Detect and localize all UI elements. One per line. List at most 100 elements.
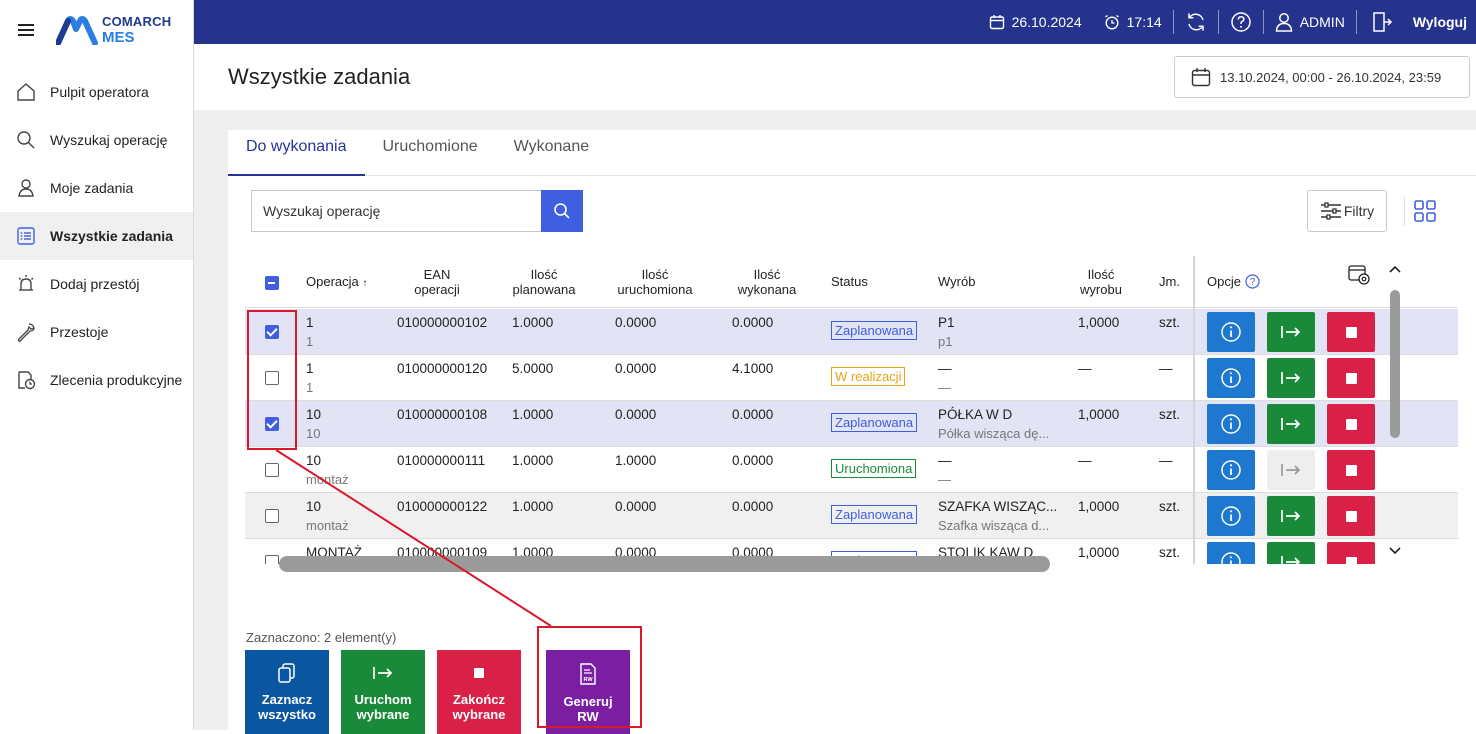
- logo: COMARCH MES: [56, 14, 171, 46]
- logout-button[interactable]: Wyloguj: [1357, 0, 1476, 44]
- info-icon: [1221, 460, 1241, 480]
- header-status: Status: [831, 274, 868, 289]
- user-menu[interactable]: ADMIN: [1264, 0, 1356, 44]
- tab-uruchomione[interactable]: Uruchomione: [365, 130, 496, 176]
- cell-plan: 1.0000: [512, 315, 554, 330]
- run-arrow-icon: [373, 667, 393, 679]
- select-all-label-2: wszystko: [258, 707, 316, 722]
- row-info-button[interactable]: [1207, 450, 1255, 490]
- cell-ilosc: 1,0000: [1078, 315, 1120, 330]
- alarm-icon: [18, 275, 34, 291]
- row-run-button[interactable]: [1267, 404, 1315, 444]
- wrench-icon: [17, 323, 35, 342]
- header-ean: EAN operacji: [397, 267, 477, 297]
- tab-do-wykonania[interactable]: Do wykonania: [228, 130, 365, 176]
- row-run-button[interactable]: [1267, 496, 1315, 536]
- row-info-button[interactable]: [1207, 358, 1255, 398]
- row-run-button[interactable]: [1267, 450, 1315, 490]
- highlight-generate-rw: [537, 626, 642, 728]
- status-badge: Uruchomiona: [831, 459, 917, 478]
- user-icon: [1275, 13, 1292, 32]
- calendar-icon: [1191, 68, 1211, 87]
- select-all-checkbox[interactable]: [265, 276, 279, 290]
- brand-line1: COMARCH: [102, 14, 172, 29]
- header-uru-line2: uruchomiona: [617, 282, 693, 297]
- cell-ean: 010000000108: [397, 407, 488, 422]
- sidebar-item-wyszukaj[interactable]: Wyszukaj operację: [0, 116, 193, 164]
- row-stop-button[interactable]: [1327, 542, 1375, 564]
- info-icon: [1221, 368, 1241, 388]
- date-range-picker[interactable]: 13.10.2024, 00:00 - 26.10.2024, 23:59: [1174, 56, 1470, 98]
- run-arrow-icon: [1281, 418, 1301, 430]
- grid-view-icon: [1414, 200, 1436, 222]
- row-stop-button[interactable]: [1327, 312, 1375, 352]
- run-arrow-icon: [1281, 326, 1301, 338]
- sidebar-item-przestoje[interactable]: Przestoje: [0, 308, 193, 356]
- cell-uru: 0.0000: [615, 499, 657, 514]
- help-button[interactable]: [1219, 0, 1263, 44]
- row-info-button[interactable]: [1207, 312, 1255, 352]
- search-button[interactable]: [541, 190, 583, 232]
- row-run-button[interactable]: [1267, 358, 1315, 398]
- row-run-button[interactable]: [1267, 312, 1315, 352]
- status-badge: Zaplanowana: [831, 321, 918, 340]
- date-range-text: 13.10.2024, 00:00 - 26.10.2024, 23:59: [1220, 69, 1442, 85]
- row-run-button[interactable]: [1267, 542, 1315, 564]
- end-selected-button[interactable]: Zakończ wybrane: [437, 650, 521, 734]
- cell-jm: szt.: [1159, 499, 1181, 514]
- scroll-down-icon[interactable]: [1388, 546, 1402, 556]
- scroll-up-icon[interactable]: [1388, 264, 1402, 274]
- row-stop-button[interactable]: [1327, 496, 1375, 536]
- row-checkbox[interactable]: [265, 509, 279, 523]
- cell-wyrob: PÓŁKA W D: [938, 407, 1013, 422]
- column-settings-icon[interactable]: [1348, 265, 1372, 287]
- sidebar: COMARCH MES Pulpit operatora Wyszukaj op…: [0, 0, 194, 730]
- sidebar-item-label: Moje zadania: [50, 180, 134, 196]
- header-wyrob: Wyrób: [938, 274, 976, 289]
- grid-view-button[interactable]: [1414, 200, 1436, 227]
- sidebar-item-dodaj-przestoj[interactable]: Dodaj przestój: [0, 260, 193, 308]
- sidebar-item-label: Wyszukaj operację: [50, 132, 168, 148]
- tab-wykonane[interactable]: Wykonane: [496, 130, 607, 176]
- hamburger-menu-icon[interactable]: [18, 23, 36, 37]
- row-stop-button[interactable]: [1327, 358, 1375, 398]
- header-ilosc-planowana: Ilość planowana: [504, 267, 584, 297]
- cell-ean: 010000000122: [397, 499, 488, 514]
- sidebar-item-moje-zadania[interactable]: Moje zadania: [0, 164, 193, 212]
- header-ilw-line1: Ilość: [1087, 267, 1115, 282]
- cell-op-sub: 1: [306, 334, 314, 349]
- search-icon: [17, 131, 35, 149]
- select-all-button[interactable]: Zaznacz wszystko: [245, 650, 329, 734]
- row-checkbox[interactable]: [265, 555, 279, 564]
- row-info-button[interactable]: [1207, 496, 1255, 536]
- stop-icon: [1345, 418, 1357, 430]
- row-info-button[interactable]: [1207, 542, 1255, 564]
- topbar-date-text: 26.10.2024: [1011, 14, 1082, 30]
- cell-wyrob: P1: [938, 315, 955, 330]
- status-badge: Zaplanowana: [831, 505, 918, 524]
- cell-plan: 5.0000: [512, 361, 554, 376]
- cell-ean: 010000000102: [397, 315, 488, 330]
- horizontal-scrollbar[interactable]: [279, 556, 1050, 572]
- header-operacja[interactable]: Operacja ↑: [306, 274, 367, 291]
- sidebar-item-zlecenia[interactable]: Zlecenia produkcyjne: [0, 356, 193, 404]
- run-arrow-icon: [1281, 464, 1301, 476]
- filters-button[interactable]: Filtry: [1307, 190, 1387, 232]
- cell-jm: szt.: [1159, 407, 1181, 422]
- row-stop-button[interactable]: [1327, 404, 1375, 444]
- options-column: Opcje ?: [1193, 256, 1458, 564]
- search-input[interactable]: [251, 190, 541, 232]
- help-icon[interactable]: ?: [1245, 274, 1260, 289]
- vertical-scrollbar[interactable]: [1390, 290, 1400, 438]
- sidebar-item-pulpit[interactable]: Pulpit operatora: [0, 68, 193, 116]
- sidebar-item-label: Dodaj przestój: [50, 276, 140, 292]
- status-badge: Zaplanowana: [831, 413, 918, 432]
- refresh-button[interactable]: [1174, 0, 1218, 44]
- run-selected-button[interactable]: Uruchom wybrane: [341, 650, 425, 734]
- row-checkbox[interactable]: [265, 463, 279, 477]
- cell-ilosc: —: [1078, 361, 1092, 376]
- row-info-button[interactable]: [1207, 404, 1255, 444]
- sidebar-item-wszystkie-zadania[interactable]: Wszystkie zadania: [0, 212, 193, 260]
- row-stop-button[interactable]: [1327, 450, 1375, 490]
- tasks-card: Do wykonania Uruchomione Wykonane Filtry…: [228, 130, 1476, 734]
